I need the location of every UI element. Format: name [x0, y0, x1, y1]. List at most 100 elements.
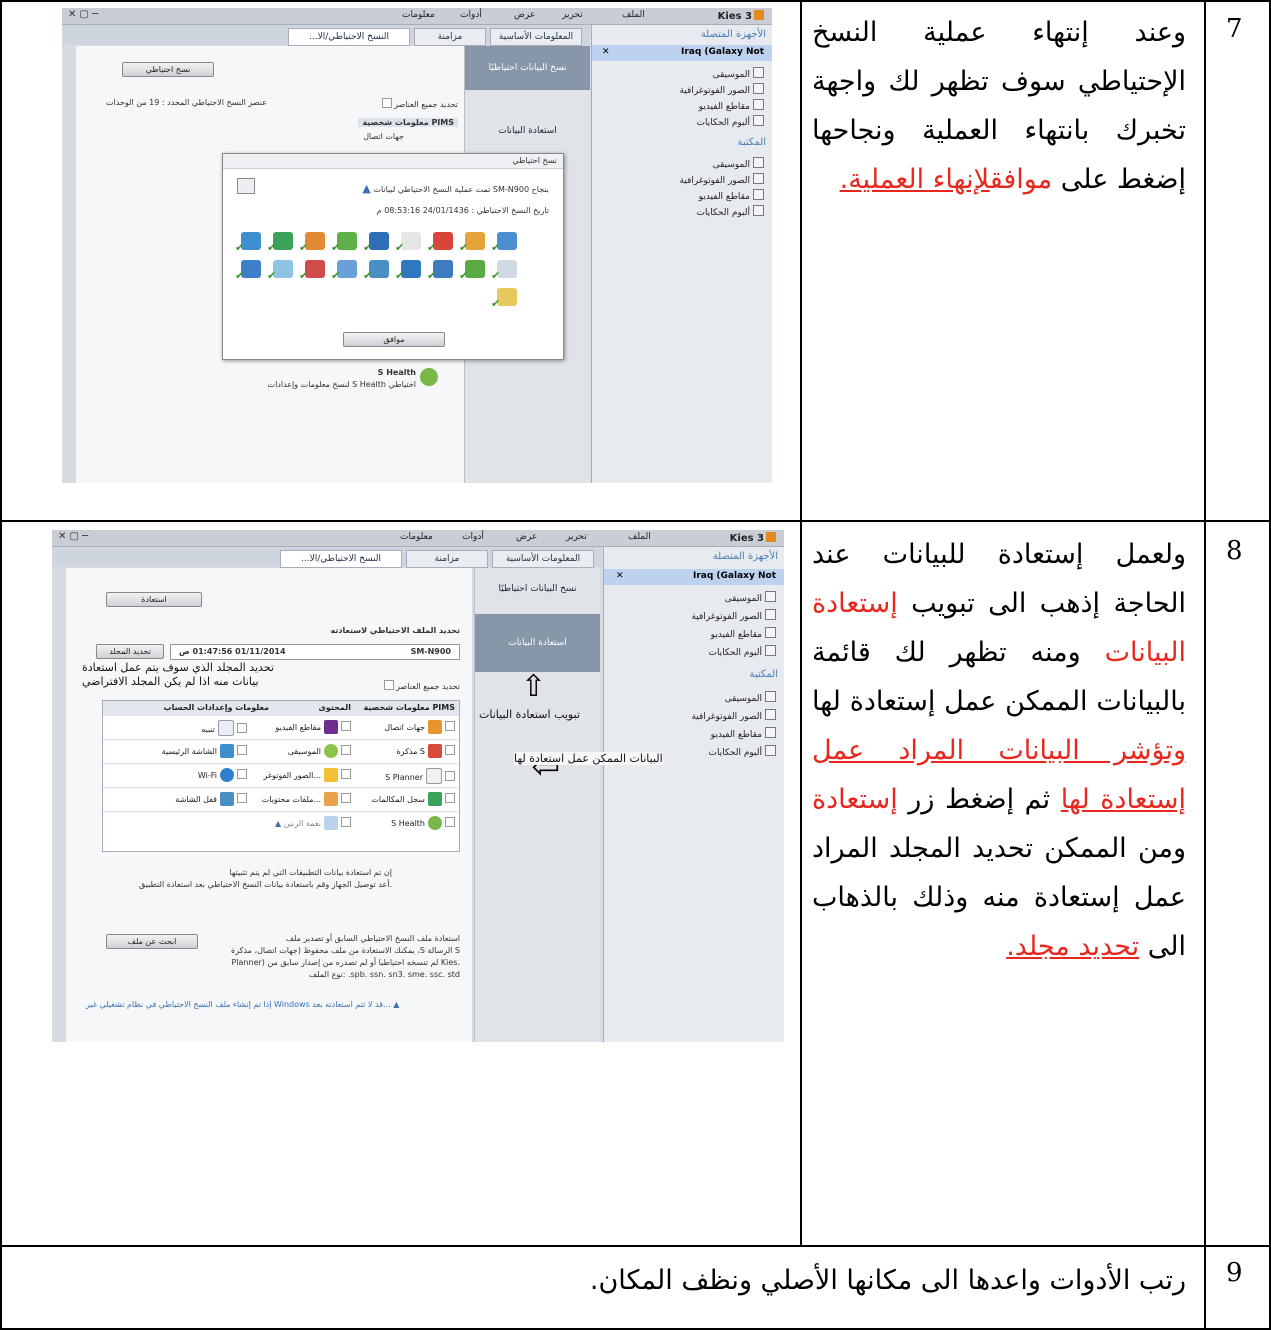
folder-note-2: بيانات منه اذا لم يكن المجلد الافتراضي	[82, 675, 259, 688]
call-log-item[interactable]: سجل المكالمات	[371, 792, 455, 806]
device-videos[interactable]: مقاطع الفيديو	[711, 627, 776, 640]
restore-file-line-1: استعادة ملف النسخ الاحتياطي السابق أو تص…	[285, 934, 460, 943]
table-border-row2	[0, 1245, 1271, 1247]
menu-edit[interactable]: تحرير	[566, 532, 587, 542]
ringtone-item[interactable]: نغمة الرنين ▲	[275, 816, 351, 830]
window-controls[interactable]: ✕ ▢ ─	[68, 9, 98, 20]
dialog-ok-button[interactable]: موافق	[343, 332, 445, 347]
backup-item-icon	[459, 232, 485, 254]
contacts-label: جهات اتصال	[363, 132, 404, 141]
menu-file[interactable]: الملف	[628, 532, 651, 542]
backup-item-icon	[491, 288, 517, 310]
menu-tools[interactable]: أدوات	[462, 532, 484, 542]
nav-backup[interactable]: نسخ البيانات احتياطيًا	[465, 46, 590, 90]
select-folder-button[interactable]: تحديد المجلد	[96, 644, 164, 659]
backup-item-icon	[267, 260, 293, 282]
music-icon	[765, 591, 776, 602]
select-all-label[interactable]: تحديد جميع العناصر	[381, 98, 458, 109]
menu-edit[interactable]: تحرير	[562, 10, 583, 20]
photo-icon	[753, 173, 764, 184]
splanner-item[interactable]: S Planner	[385, 768, 455, 784]
tab-basic-info[interactable]: المعلومات الأساسية	[490, 28, 582, 46]
device-stories[interactable]: ألبوم الحكايات	[708, 645, 776, 658]
tab-sync[interactable]: مزامنة	[406, 550, 488, 568]
menu-info[interactable]: معلومات	[400, 532, 433, 542]
library-music[interactable]: الموسيقى	[725, 691, 776, 704]
menu-info[interactable]: معلومات	[402, 10, 435, 20]
ringtone-icon	[324, 816, 338, 830]
device-videos[interactable]: مقاطع الفيديو	[699, 99, 764, 112]
device-photos[interactable]: الصور الفوتوغرافية	[679, 83, 764, 96]
device-stories[interactable]: ألبوم الحكايات	[696, 115, 764, 128]
library-header: المكتبة	[749, 669, 778, 680]
menu-view[interactable]: عرض	[516, 532, 537, 542]
videos-item[interactable]: مقاطع الفيديو	[275, 720, 351, 734]
library-photos[interactable]: الصور الفوتوغرافية	[679, 173, 764, 186]
connected-devices-header: الأجهزة المتصلة	[712, 551, 778, 562]
library-videos[interactable]: مقاطع الفيديو	[711, 727, 776, 740]
photo-icon	[765, 609, 776, 620]
library-stories[interactable]: ألبوم الحكايات	[696, 205, 764, 218]
wifi-item[interactable]: Wi-Fi	[198, 768, 247, 782]
nav-restore[interactable]: استعادة البيانات	[475, 614, 600, 672]
memo-item[interactable]: S مذكرة	[396, 744, 455, 758]
backup-item-icon	[267, 232, 293, 254]
backup-item-icon	[459, 260, 485, 282]
restore-file-line-2: S الرسالة S، يمكنك الاستعادة من ملف محفو…	[231, 946, 460, 955]
dialog-message: بنجاح SM-N900 تمت عملية النسخ الاحتياطي …	[362, 182, 549, 195]
backup-item-icon	[331, 260, 357, 282]
calendar-icon	[426, 768, 442, 784]
menu-file[interactable]: الملف	[622, 10, 645, 20]
device-music[interactable]: الموسيقى	[713, 67, 764, 80]
screenshot-backup-complete: ✕ ▢ ─ معلومات أدوات عرض تحرير الملف Kies…	[62, 8, 772, 483]
row-number-9: 9	[1226, 1258, 1243, 1288]
dialog-date: تاريخ النسخ الاحتياطي : 24/01/1436 08:53…	[376, 206, 549, 215]
menu-tools[interactable]: أدوات	[460, 10, 482, 20]
photos-item[interactable]: ...الصور الفوتوغر	[263, 768, 351, 782]
table-border-row1	[0, 520, 1271, 522]
table-row: سجل المكالمات ...ملفات محتويات قفل الشاش…	[103, 787, 459, 812]
select-all-label[interactable]: تحديد جميع العناصر	[383, 680, 460, 691]
pims-header: PIMS معلومات شخصية	[358, 118, 458, 127]
tab-basic-info[interactable]: المعلومات الأساسية	[492, 550, 594, 568]
restore-tab-annotation: تبويب استعادة البيانات	[479, 708, 580, 721]
restore-file-line-3: .Kies لم تنسخه احتياطيا أو لم تصدره من إ…	[231, 958, 460, 967]
contacts-item[interactable]: جهات اتصال	[384, 720, 455, 734]
text-segment: ثم إضغط زر	[897, 784, 1061, 815]
text-segment: إستعادة	[812, 784, 898, 815]
homescreen-icon	[220, 744, 234, 758]
window-controls[interactable]: ✕ ▢ ─	[58, 531, 88, 542]
title-bar: ✕ ▢ ─ معلومات أدوات عرض تحرير الملف Kies…	[52, 530, 784, 547]
library-photos[interactable]: الصور الفوتوغرافية	[691, 709, 776, 722]
restore-button[interactable]: استعادة	[106, 592, 202, 607]
select-backup-file-label: تحديد الملف الاحتياطي لاستعادته	[330, 626, 460, 635]
shealth-item[interactable]: S Health	[391, 816, 455, 830]
content-files-item[interactable]: ...ملفات محتويات	[262, 792, 351, 806]
library-music[interactable]: الموسيقى	[713, 157, 764, 170]
music-item[interactable]: الموسيقى	[288, 744, 351, 758]
nav-restore[interactable]: استعادة البيانات	[465, 126, 590, 136]
menu-view[interactable]: عرض	[514, 10, 535, 20]
device-photos[interactable]: الصور الفوتوغرافية	[691, 609, 776, 622]
backup-button[interactable]: نسخ احتياطي	[122, 62, 214, 77]
tab-backup[interactable]: ...النسخ الاحتياطي/الا	[288, 28, 410, 46]
row-8-text: ولعمل إستعادة للبيانات عند الحاجة إذهب ا…	[812, 530, 1186, 971]
backup-file-select[interactable]: SM-N900 01/11/2014 01:47:56 ص	[170, 644, 460, 660]
tab-sync[interactable]: مزامنة	[414, 28, 486, 46]
connected-devices-header: الأجهزة المتصلة	[700, 29, 766, 40]
backup-item-icon	[235, 232, 261, 254]
device-row[interactable]: ✕ Iraq (Galaxy Not	[592, 45, 772, 61]
tab-backup[interactable]: ...النسخ الاحتياطي/الا	[280, 550, 402, 568]
device-music[interactable]: الموسيقى	[725, 591, 776, 604]
device-row[interactable]: ✕ Iraq (Galaxy Not	[604, 569, 784, 585]
backup-item-icon	[395, 260, 421, 282]
find-file-button[interactable]: ابحث عن ملف	[106, 934, 198, 949]
backup-item-icon	[299, 232, 325, 254]
homescreen-item[interactable]: الشاشة الرئيسية	[162, 744, 247, 758]
alarm-item[interactable]: تنبيه	[201, 720, 247, 736]
shealth-icon	[420, 368, 438, 386]
nav-backup[interactable]: نسخ البيانات احتياطيًا	[475, 584, 600, 594]
lockscreen-item[interactable]: قفل الشاشة	[175, 792, 247, 806]
library-stories[interactable]: ألبوم الحكايات	[708, 745, 776, 758]
library-videos[interactable]: مقاطع الفيديو	[699, 189, 764, 202]
